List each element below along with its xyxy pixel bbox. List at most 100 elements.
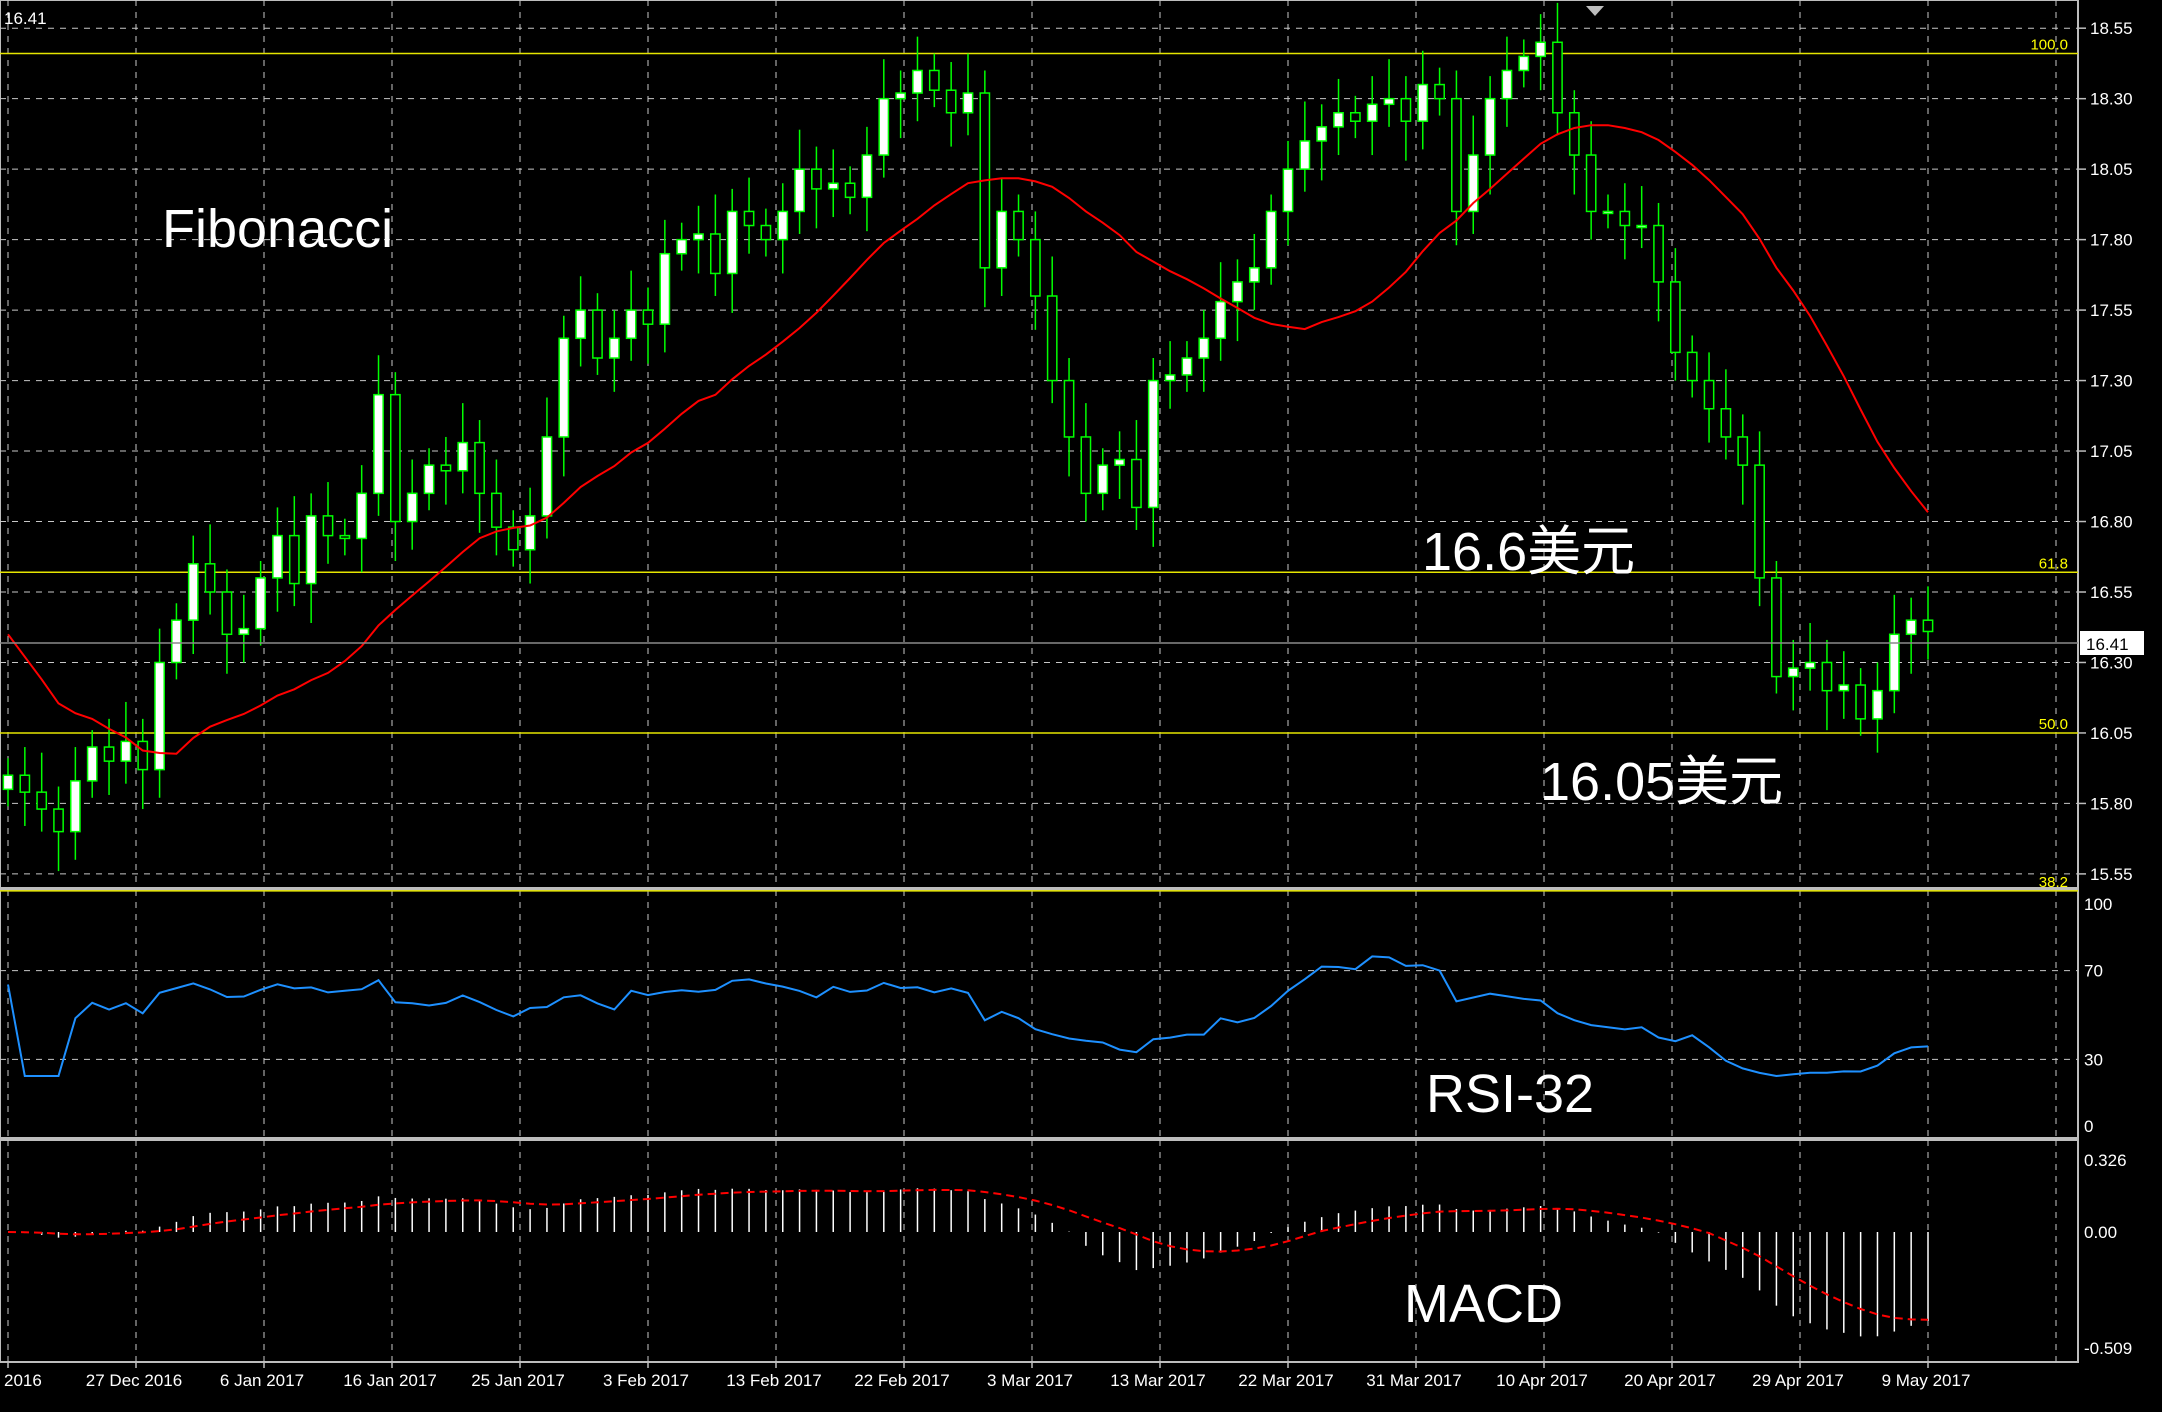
candle <box>288 496 300 607</box>
candle <box>440 436 452 505</box>
candle-body <box>1063 379 1075 438</box>
candle <box>1265 194 1277 285</box>
chart-canvas: 100.0 61.8 50.0 38.2 18.55 18.30 18.05 17.80 17… <box>0 0 2144 1390</box>
candle <box>1349 95 1361 139</box>
shift-marker-icon <box>1586 6 1604 16</box>
price-tick-label: 16.30 <box>2090 653 2133 672</box>
candle <box>979 70 991 308</box>
date-label: 22 Mar 2017 <box>1238 1371 1333 1390</box>
candle-body <box>642 309 654 325</box>
date-label: 9 May 2017 <box>1882 1371 1971 1390</box>
candle-body <box>625 309 637 340</box>
price-tick-label: 17.80 <box>2090 231 2133 250</box>
candle <box>760 208 772 257</box>
candle <box>996 177 1008 296</box>
candle-body <box>457 441 469 472</box>
candle <box>1484 76 1496 195</box>
candle <box>1451 70 1462 246</box>
candle-body <box>288 534 300 585</box>
date-label: 13 Mar 2017 <box>1110 1371 1205 1390</box>
candle-body <box>1383 97 1395 106</box>
candle-body <box>1720 408 1732 438</box>
candle-body <box>844 182 856 199</box>
candle <box>238 594 250 663</box>
candle <box>1400 76 1412 161</box>
candle <box>592 293 603 375</box>
candle <box>1215 262 1227 361</box>
candle <box>811 146 822 229</box>
candle <box>1838 651 1850 719</box>
macd-panel-frame <box>0 1139 2079 1363</box>
candle-body <box>558 337 570 438</box>
candle <box>1821 639 1833 731</box>
price-tick-label: 18.30 <box>2090 90 2133 109</box>
candle <box>743 177 755 254</box>
candle <box>1872 662 1883 753</box>
date-label: 6 Jan 2017 <box>220 1371 304 1390</box>
candle-body <box>760 224 772 241</box>
candle-body <box>339 534 351 540</box>
candle <box>2 758 14 807</box>
candle <box>373 355 384 516</box>
candle-body <box>996 210 1008 269</box>
candle <box>1282 140 1294 246</box>
candle-body <box>491 492 502 528</box>
candle <box>1417 50 1429 150</box>
candle-body <box>1619 210 1631 227</box>
candle-body <box>524 515 536 551</box>
candle <box>777 183 789 274</box>
candle-body <box>777 210 789 241</box>
candle-body <box>1198 337 1210 359</box>
price-tick-label: 17.30 <box>2090 372 2133 391</box>
candle-body <box>1417 83 1429 122</box>
candle <box>491 459 502 556</box>
price-tick-label: 16.05 <box>2090 724 2133 743</box>
candle-body <box>1804 661 1816 669</box>
candle <box>1602 194 1614 229</box>
candle-body <box>120 740 132 762</box>
candle-body <box>693 233 704 241</box>
candle-body <box>1501 69 1513 100</box>
macd-histogram <box>24 1188 1929 1337</box>
macd-tick-label: 0.326 <box>2084 1151 2127 1170</box>
candle <box>1804 623 1816 691</box>
candle-body <box>356 492 368 540</box>
candle-body <box>1653 224 1664 283</box>
candle-body <box>1838 684 1850 692</box>
candle <box>558 315 570 477</box>
candle <box>1518 39 1530 88</box>
candle <box>1366 76 1378 156</box>
price-tick-label: 18.55 <box>2090 19 2133 38</box>
level-high-annotation: 16.6美元 <box>1422 522 1635 582</box>
rsi-title: RSI-32 <box>1426 1064 1594 1124</box>
candle-body <box>1905 619 1917 636</box>
candle <box>693 205 704 274</box>
top-left-price-label: 16.41 <box>4 9 47 28</box>
candle-body <box>1737 436 1749 466</box>
candle <box>1333 78 1344 156</box>
date-label: 22 Feb 2017 <box>854 1371 949 1390</box>
candle-body <box>1400 97 1412 122</box>
candle <box>423 448 435 511</box>
candle <box>575 276 587 367</box>
candle <box>676 222 688 271</box>
date-label: 2016 <box>4 1371 42 1390</box>
candle <box>625 270 637 361</box>
candle <box>1568 90 1580 195</box>
candle <box>406 459 418 550</box>
rsi-tick-label: 100 <box>2084 895 2112 914</box>
candle <box>19 747 31 826</box>
candle <box>642 287 654 364</box>
candle-body <box>1097 464 1109 495</box>
candle <box>171 603 182 680</box>
candle <box>255 560 267 646</box>
fib-level-label: 38.2 <box>2039 874 2068 891</box>
fib-level-label: 100.0 <box>2030 37 2068 54</box>
candle-body <box>1518 55 1530 72</box>
candle <box>1181 341 1193 392</box>
candle <box>1299 101 1311 192</box>
candle <box>1063 358 1075 477</box>
candle <box>1686 335 1698 398</box>
candle <box>1737 414 1749 505</box>
candle <box>36 752 48 832</box>
